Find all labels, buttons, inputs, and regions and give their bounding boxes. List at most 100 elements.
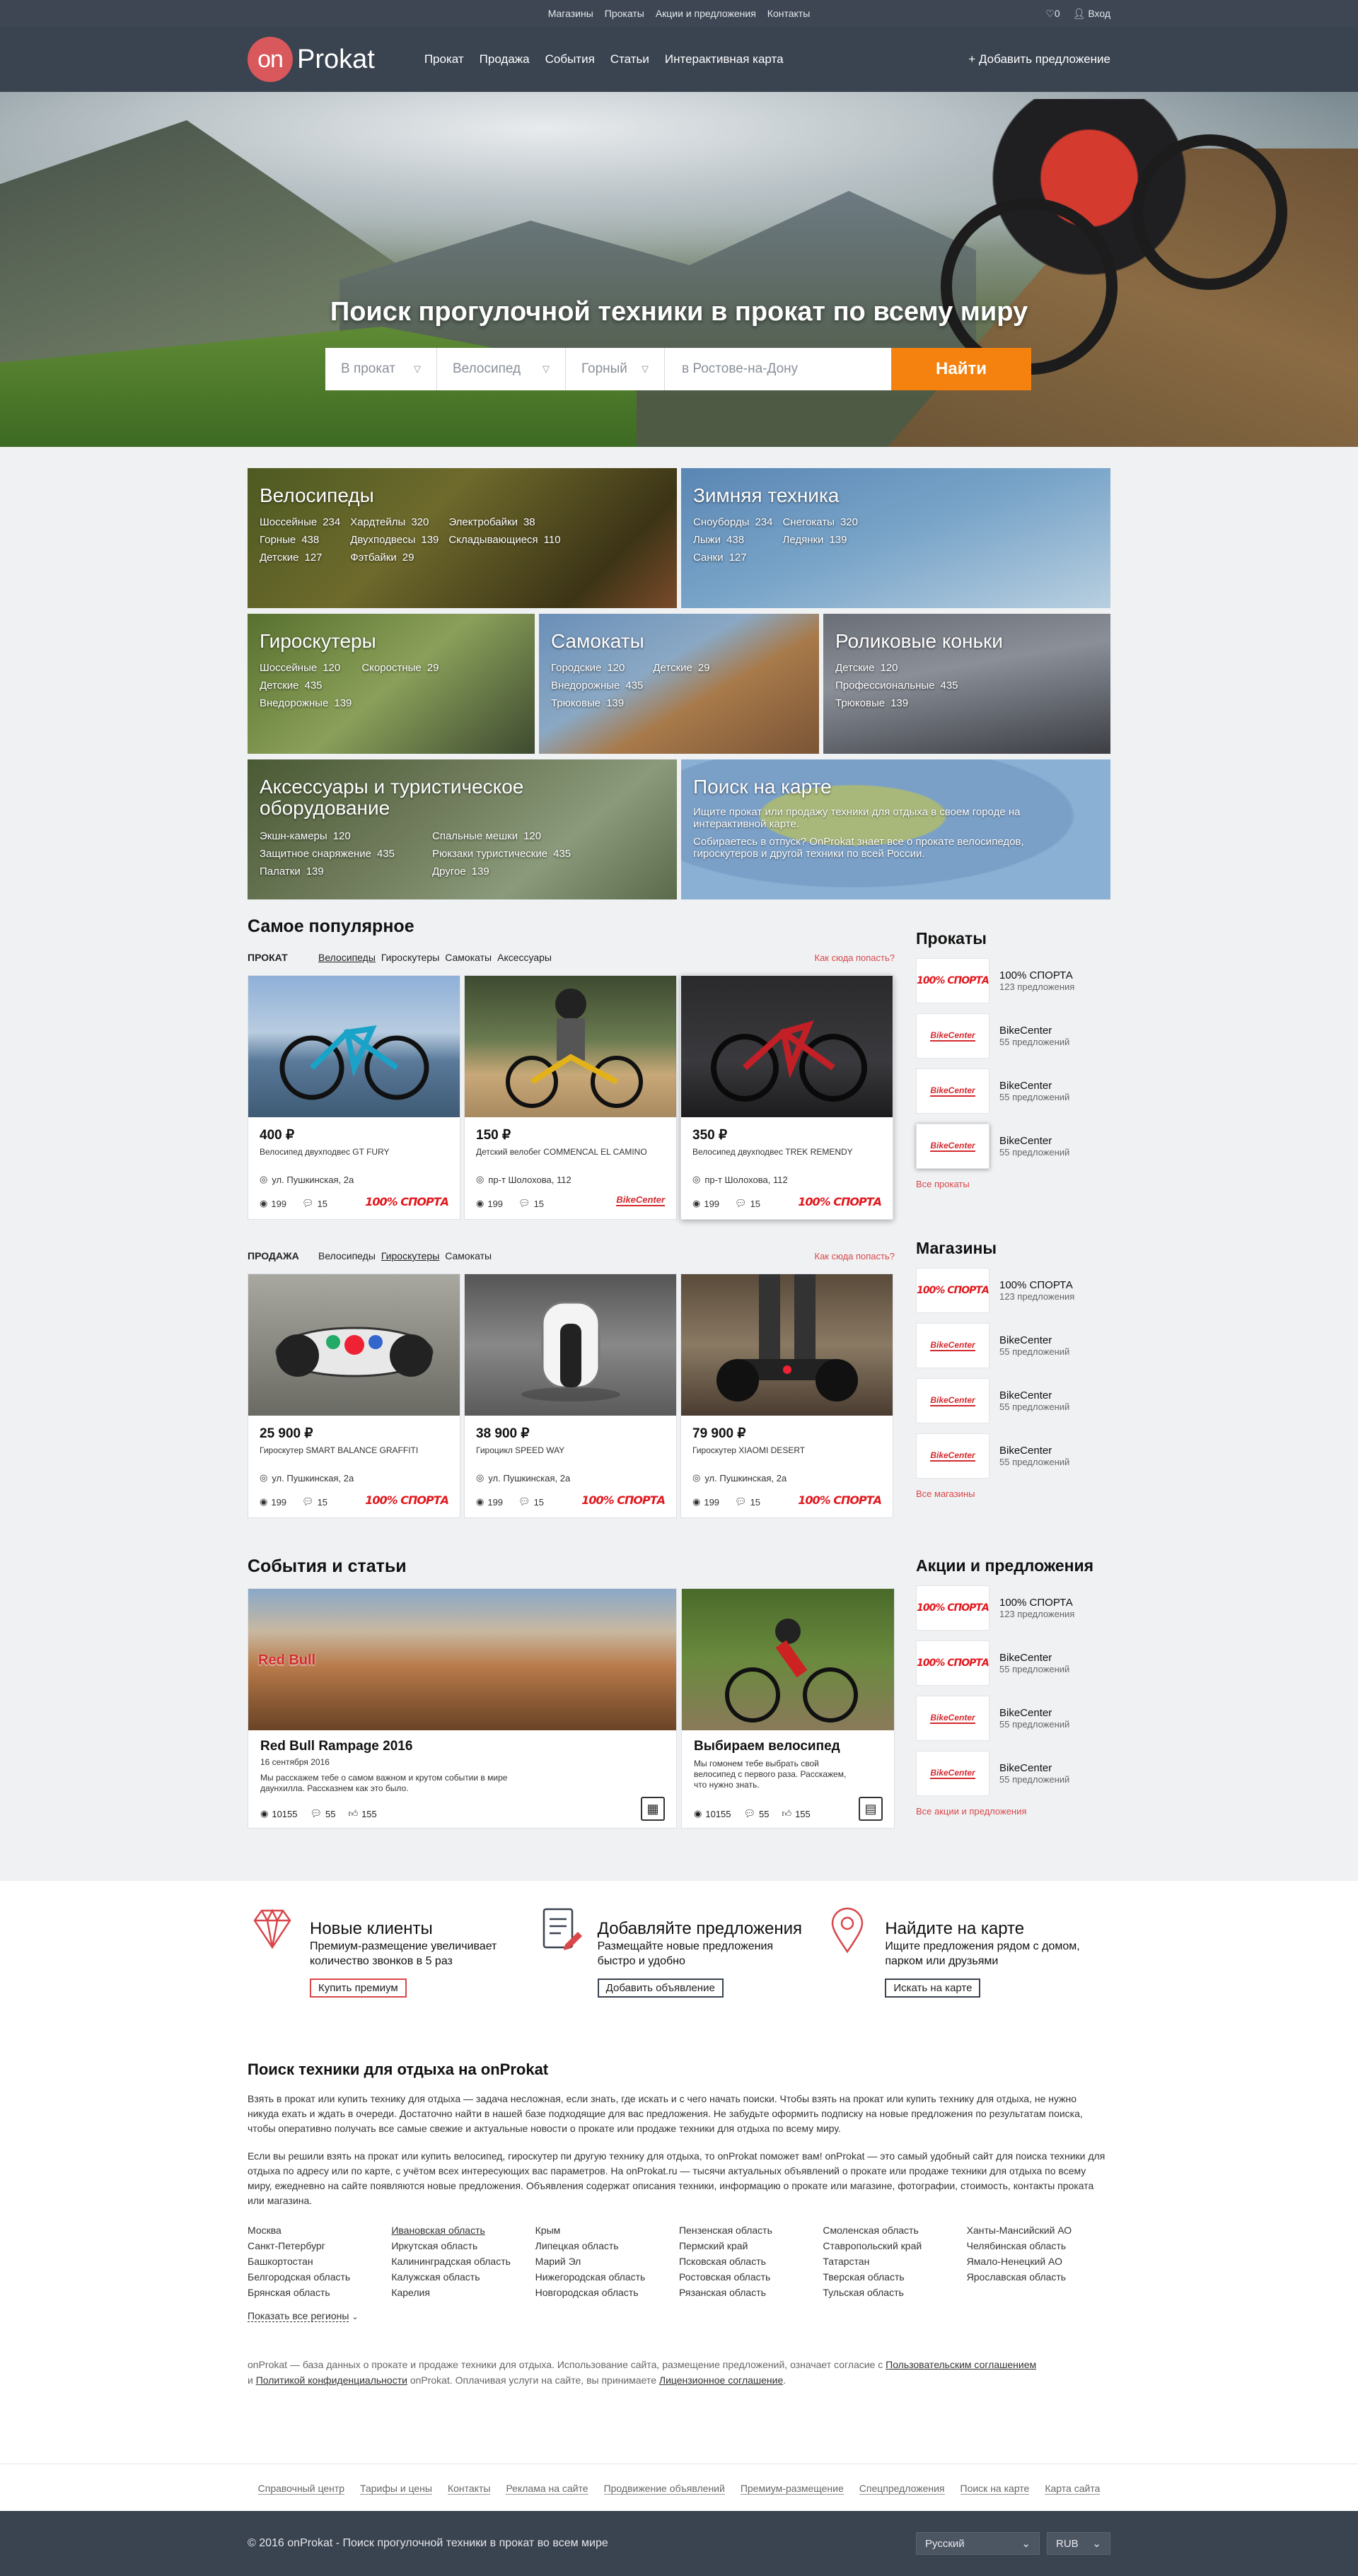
- footer-link-ads[interactable]: Реклама на сайте: [506, 2483, 588, 2495]
- footer-link-promotion[interactable]: Продвижение объявлений: [603, 2483, 725, 2495]
- nav-articles[interactable]: Статьи: [610, 52, 649, 66]
- shop-item[interactable]: BikeCenter BikeCenter 55 предложений: [916, 1433, 1110, 1479]
- user-agreement-link[interactable]: Пользовательским соглашением: [886, 2359, 1036, 2370]
- tile-item[interactable]: Лыжи 438: [693, 531, 772, 549]
- article-image[interactable]: [682, 1589, 894, 1730]
- currency-select[interactable]: RUB ⌄: [1047, 2532, 1110, 2555]
- region-link[interactable]: Ивановская область: [391, 2222, 535, 2238]
- product-name[interactable]: Велосипед двухподвес TREK REMENDY: [692, 1147, 853, 1157]
- region-link[interactable]: Пензенская область: [679, 2222, 823, 2238]
- product-card[interactable]: 25 900 ₽ Гироскутер SMART BALANCE GRAFFI…: [248, 1274, 460, 1518]
- product-image[interactable]: [681, 976, 893, 1117]
- tile-item[interactable]: Хардтейлы 320: [350, 513, 439, 531]
- region-link[interactable]: Ставропольский край: [823, 2238, 966, 2254]
- brand-logo[interactable]: 100% СПОРТА: [798, 1195, 882, 1208]
- product-image[interactable]: [681, 1274, 893, 1416]
- privacy-policy-link[interactable]: Политикой конфиденциальности: [256, 2374, 407, 2386]
- product-card[interactable]: 400 ₽ Велосипед двухподвес GT FURY ◎ ул. …: [248, 975, 460, 1220]
- how-to-get-here-link[interactable]: Как сюда попасть?: [815, 1251, 895, 1261]
- tab-sale-bicycles[interactable]: Велосипеды: [318, 1250, 376, 1261]
- region-link[interactable]: Ростовская область: [679, 2269, 823, 2285]
- tile-item[interactable]: Двухподвесы 139: [350, 531, 439, 549]
- region-link[interactable]: Ямало-Ненецкий АО: [967, 2254, 1110, 2269]
- tile-item[interactable]: Снегокаты 320: [782, 513, 858, 531]
- region-link[interactable]: Смоленская область: [823, 2222, 966, 2238]
- license-agreement-link[interactable]: Лицензионное соглашение: [659, 2374, 783, 2386]
- region-link[interactable]: Москва: [248, 2222, 391, 2238]
- how-to-get-here-link[interactable]: Как сюда попасть?: [815, 952, 895, 963]
- tile-winter[interactable]: Зимняя техника Сноуборды 234 Снегокаты 320…: [681, 468, 1110, 608]
- nav-events[interactable]: События: [545, 52, 595, 66]
- subtype-select[interactable]: Горный ▽: [566, 348, 665, 390]
- rental-item[interactable]: 100% СПОРТА 100% СПОРТА 123 предложения: [916, 958, 1110, 1003]
- tile-item[interactable]: Детские 29: [653, 659, 709, 677]
- region-link[interactable]: Карелия: [391, 2285, 535, 2300]
- tile-accessories[interactable]: Аксессуары и туристическое оборудование …: [248, 759, 677, 899]
- tile-item[interactable]: Сноуборды 234: [693, 513, 772, 531]
- tile-item[interactable]: Детские 127: [260, 549, 340, 566]
- logo[interactable]: on Prokat: [248, 37, 375, 82]
- product-card[interactable]: 38 900 ₽ Гироцикл SPEED WAY ◎ ул. Пушкинс…: [464, 1274, 677, 1518]
- region-link[interactable]: Брянская область: [248, 2285, 391, 2300]
- all-shops-link[interactable]: Все магазины: [916, 1488, 1110, 1499]
- product-image[interactable]: [465, 1274, 676, 1416]
- tile-item[interactable]: Рюкзаки туристические 435: [432, 845, 571, 863]
- footer-link-map[interactable]: Поиск на карте: [960, 2483, 1030, 2495]
- top-link-promos[interactable]: Акции и предложения: [656, 8, 756, 19]
- tile-item[interactable]: Внедорожные 139: [260, 694, 352, 712]
- tile-item[interactable]: Электробайки 38: [448, 513, 560, 531]
- product-card[interactable]: 150 ₽ Детский велобег COMMENCAL EL CAMIN…: [464, 975, 677, 1220]
- tile-item[interactable]: Другое 139: [432, 863, 571, 880]
- product-image[interactable]: [248, 976, 460, 1117]
- product-name[interactable]: Велосипед двухподвес GT FURY: [260, 1147, 390, 1157]
- product-name[interactable]: Детский велобег COMMENCAL EL CAMINO: [476, 1147, 647, 1157]
- add-listing-button[interactable]: Добавить объявление: [597, 1978, 724, 1998]
- tile-item[interactable]: Складывающиеся 110: [448, 531, 560, 549]
- footer-link-help[interactable]: Справочный центр: [257, 2483, 345, 2495]
- tile-item[interactable]: Детские 120: [835, 659, 958, 677]
- add-offer-link[interactable]: + Добавить предложение: [968, 52, 1110, 66]
- tab-rent-hoverboards[interactable]: Гироскутеры: [381, 952, 439, 963]
- nav-map[interactable]: Интерактивная карта: [665, 52, 784, 66]
- region-link[interactable]: Башкортостан: [248, 2254, 391, 2269]
- promo-item[interactable]: BikeCenter BikeCenter 55 предложений: [916, 1696, 1110, 1741]
- article-card[interactable]: Выбираем велосипед Мы гомонем тебе выбра…: [681, 1588, 895, 1829]
- tile-item[interactable]: Шоссейные 234: [260, 513, 340, 531]
- shop-item[interactable]: BikeCenter BikeCenter 55 предложений: [916, 1323, 1110, 1368]
- region-link[interactable]: Санкт-Петербург: [248, 2238, 391, 2254]
- region-link[interactable]: Нижегородская область: [535, 2269, 679, 2285]
- tile-item[interactable]: Профессиональные 435: [835, 677, 958, 694]
- footer-link-premium[interactable]: Премиум-размещение: [740, 2483, 844, 2495]
- region-link[interactable]: Татарстан: [823, 2254, 966, 2269]
- region-link[interactable]: Псковская область: [679, 2254, 823, 2269]
- top-link-rentals[interactable]: Прокаты: [605, 8, 644, 19]
- language-select[interactable]: Русский ⌄: [916, 2532, 1040, 2555]
- tile-map-search[interactable]: Поиск на карте Ищите прокат или продажу …: [681, 759, 1110, 899]
- all-rentals-link[interactable]: Все прокаты: [916, 1179, 1110, 1189]
- tile-item[interactable]: Фэтбайки 29: [350, 549, 439, 566]
- tile-item[interactable]: Горные 438: [260, 531, 340, 549]
- product-image[interactable]: [465, 976, 676, 1117]
- buy-premium-button[interactable]: Купить премиум: [310, 1978, 407, 1998]
- event-card[interactable]: Red Bull Red Bull Rampage 2016 16 сентяб…: [248, 1588, 677, 1829]
- login-link[interactable]: 👤︎ Вход: [1073, 8, 1110, 20]
- rental-item[interactable]: BikeCenter BikeCenter 55 предложений: [916, 1124, 1110, 1169]
- brand-logo[interactable]: 100% СПОРТА: [798, 1493, 882, 1507]
- show-all-regions[interactable]: Показать все регионы ⌄: [248, 2310, 1110, 2322]
- region-link[interactable]: Иркутская область: [391, 2238, 535, 2254]
- favorites-link[interactable]: ♡0: [1045, 8, 1060, 20]
- product-card[interactable]: 350 ₽ Велосипед двухподвес TREK REMENDY …: [680, 975, 893, 1220]
- footer-link-contacts[interactable]: Контакты: [447, 2483, 491, 2495]
- all-promos-link[interactable]: Все акции и предложения: [916, 1806, 1110, 1817]
- region-link[interactable]: Рязанская область: [679, 2285, 823, 2300]
- shop-item[interactable]: BikeCenter BikeCenter 55 предложений: [916, 1378, 1110, 1423]
- promo-item[interactable]: BikeCenter BikeCenter 55 предложений: [916, 1751, 1110, 1796]
- event-image[interactable]: Red Bull: [248, 1589, 676, 1730]
- tile-item[interactable]: Экшн-камеры 120: [260, 827, 422, 845]
- mode-select[interactable]: В прокат ▽: [325, 348, 437, 390]
- tile-hoverboards[interactable]: Гироскутеры Шоссейные 120 Скоростные 29 Де…: [248, 614, 535, 754]
- footer-link-special[interactable]: Спецпредложения: [859, 2483, 945, 2495]
- footer-link-sitemap[interactable]: Карта сайта: [1045, 2483, 1101, 2495]
- tile-item[interactable]: Детские 435: [260, 677, 352, 694]
- type-select[interactable]: Велосипед ▽: [437, 348, 566, 390]
